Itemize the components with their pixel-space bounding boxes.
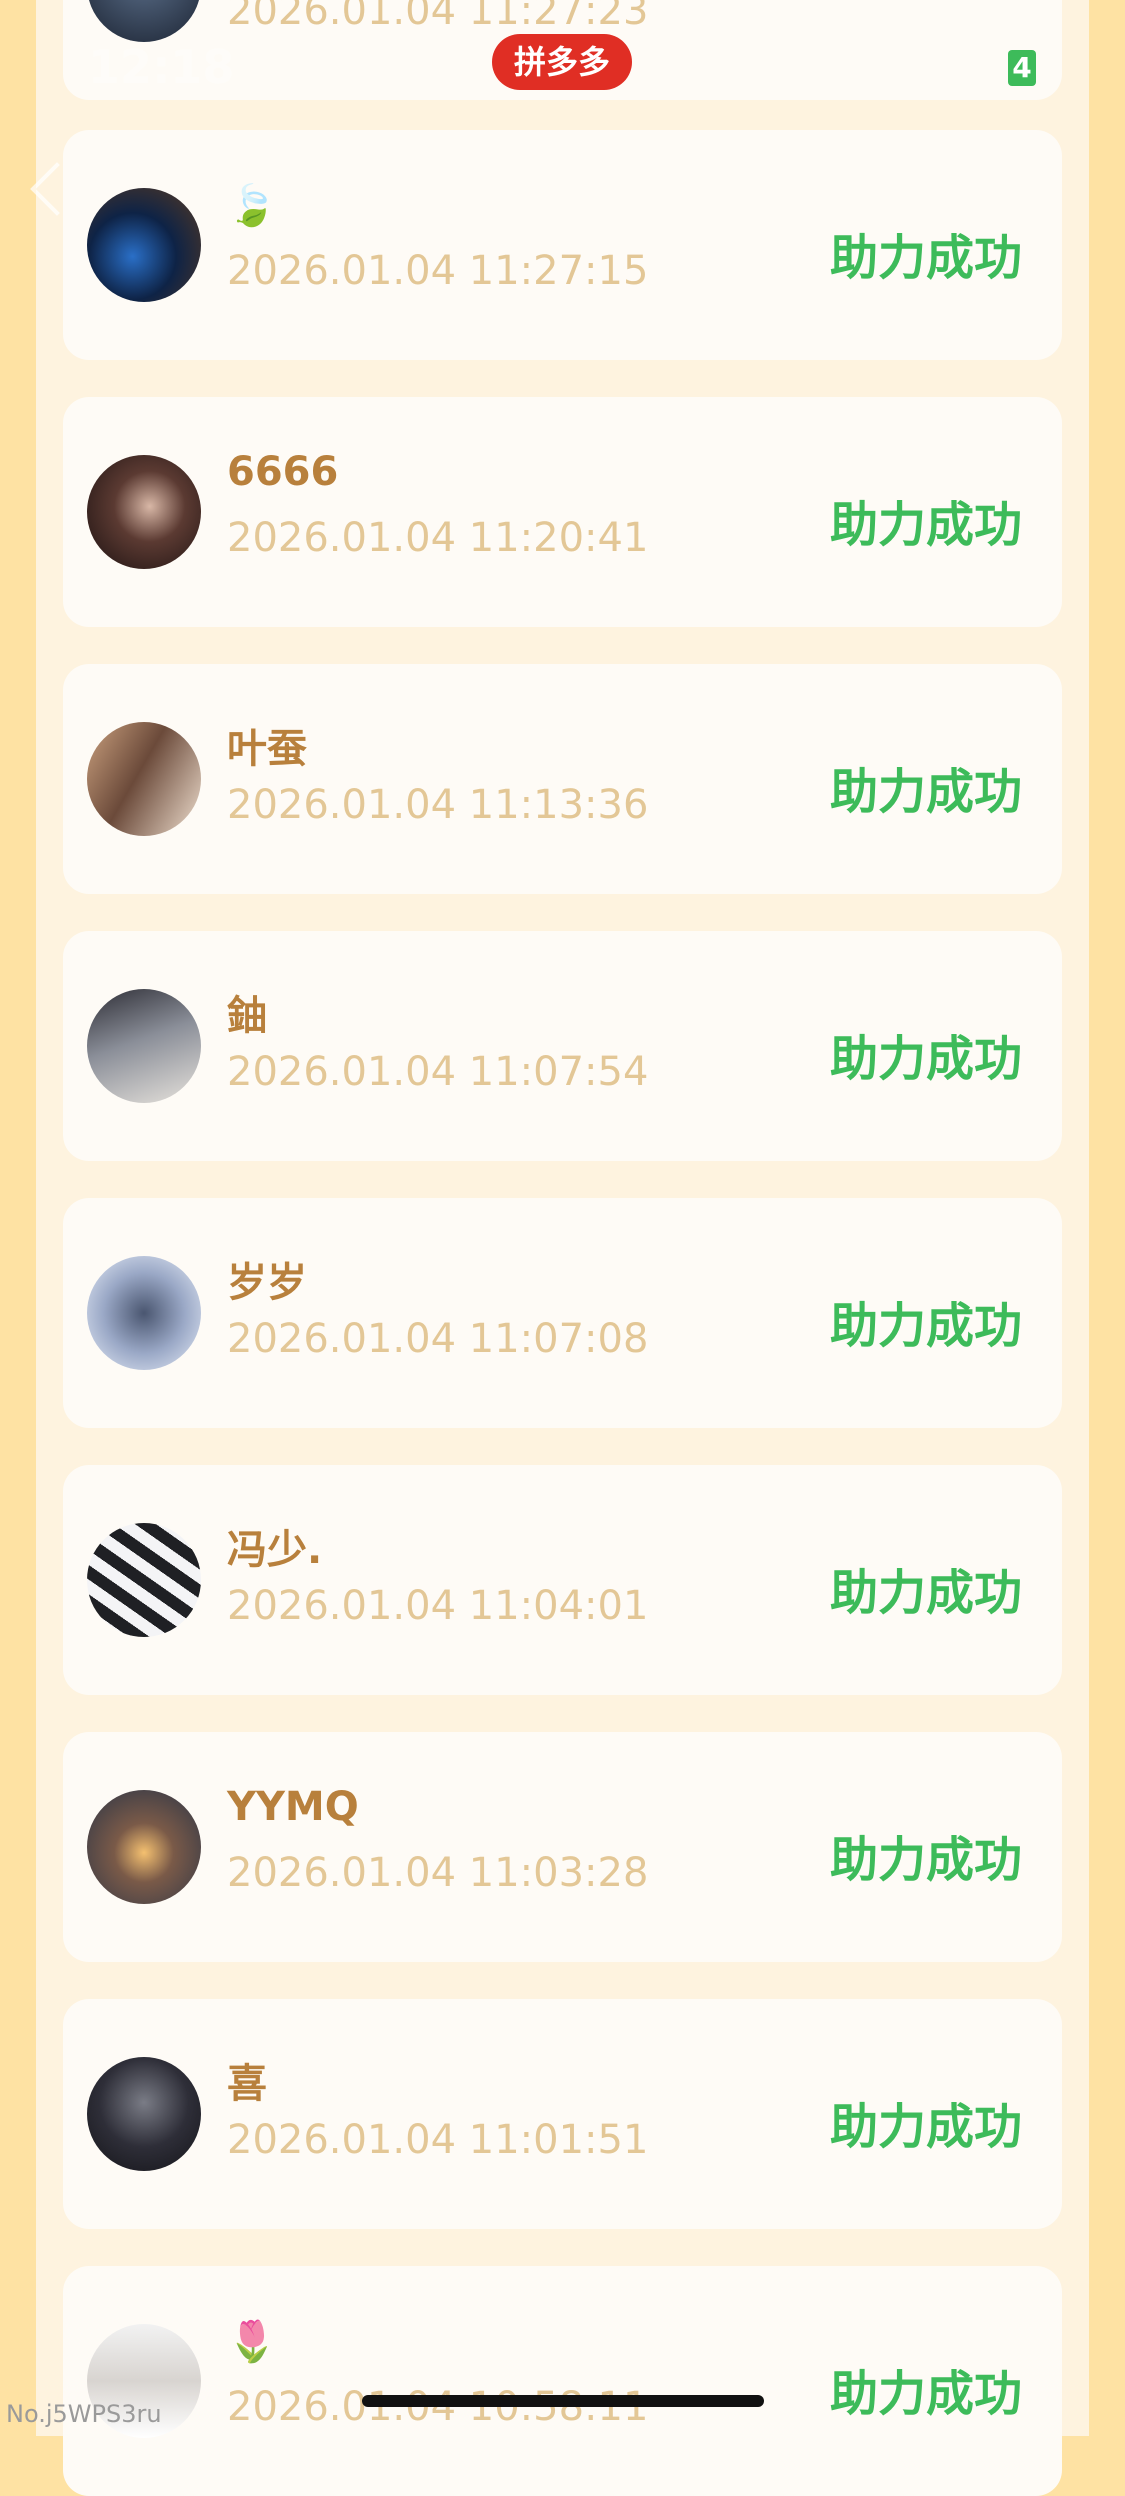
app-badge[interactable]: 拼多多: [492, 34, 632, 90]
list-item[interactable]: 鈾 2026.01.04 11:07:54 助力成功: [63, 931, 1062, 1161]
avatar: [87, 1790, 201, 1904]
status-label: 助力成功: [829, 764, 1022, 820]
list-item[interactable]: 岁岁 2026.01.04 11:07:08 助力成功: [63, 1198, 1062, 1428]
status-label: 助力成功: [829, 497, 1022, 553]
status-label: 助力成功: [829, 1031, 1022, 1087]
avatar: [87, 1523, 201, 1637]
status-time: 12:18: [88, 40, 235, 94]
avatar: [87, 455, 201, 569]
status-label: 助力成功: [829, 1832, 1022, 1888]
battery-icon: 4: [1008, 50, 1036, 86]
home-indicator: [362, 2395, 764, 2407]
user-name: 冯少.: [227, 1527, 323, 1573]
list-item[interactable]: 🌷 2026.01.04 10:58:11 助力成功: [63, 2266, 1062, 2496]
list-item[interactable]: 叶蚕 2026.01.04 11:13:36 助力成功: [63, 664, 1062, 894]
status-label: 助力成功: [829, 2366, 1022, 2422]
help-time: 2026.01.04 11:04:01: [227, 1583, 649, 1629]
watermark: No.j5WPS3ru: [6, 2400, 162, 2428]
help-time: 2026.01.04 11:01:51: [227, 2117, 649, 2163]
user-name: 叶蚕: [227, 726, 307, 772]
user-name: 鈾: [227, 993, 267, 1039]
list-item[interactable]: 🍃 2026.01.04 11:27:15 助力成功: [63, 130, 1062, 360]
user-name: 喜: [227, 2061, 267, 2107]
list-item[interactable]: 冯少. 2026.01.04 11:04:01 助力成功: [63, 1465, 1062, 1695]
user-name: YYMQ: [227, 1784, 359, 1830]
status-label: 助力成功: [829, 2099, 1022, 2155]
status-label: 助力成功: [829, 1298, 1022, 1354]
list-item[interactable]: YYMQ 2026.01.04 11:03:28 助力成功: [63, 1732, 1062, 1962]
help-time: 2026.01.04 11:20:41: [227, 515, 649, 561]
help-time: 2026.01.04 11:03:28: [227, 1850, 649, 1896]
avatar: [87, 722, 201, 836]
user-name: 岁岁: [227, 1260, 307, 1306]
help-time: 2026.01.04 11:07:54: [227, 1049, 649, 1095]
help-time: 2026.01.04 11:27:15: [227, 248, 649, 294]
user-name: 6666: [227, 449, 339, 495]
status-label: 助力成功: [829, 1565, 1022, 1621]
help-time: 2026.01.04 11:13:36: [227, 782, 649, 828]
user-name: 🌷: [227, 2319, 277, 2365]
status-label: 助力成功: [829, 230, 1022, 286]
avatar: [87, 188, 201, 302]
user-name: 🍃: [227, 183, 277, 229]
avatar: [87, 2057, 201, 2171]
help-time: 2026.01.04 10:58:11: [227, 2384, 649, 2430]
avatar: [87, 989, 201, 1103]
help-time: 2026.01.04 11:07:08: [227, 1316, 649, 1362]
status-bar: 12:18 拼多多 4: [0, 0, 1125, 140]
list-item[interactable]: 6666 2026.01.04 11:20:41 助力成功: [63, 397, 1062, 627]
list-item[interactable]: 喜 2026.01.04 11:01:51 助力成功: [63, 1999, 1062, 2229]
avatar: [87, 1256, 201, 1370]
